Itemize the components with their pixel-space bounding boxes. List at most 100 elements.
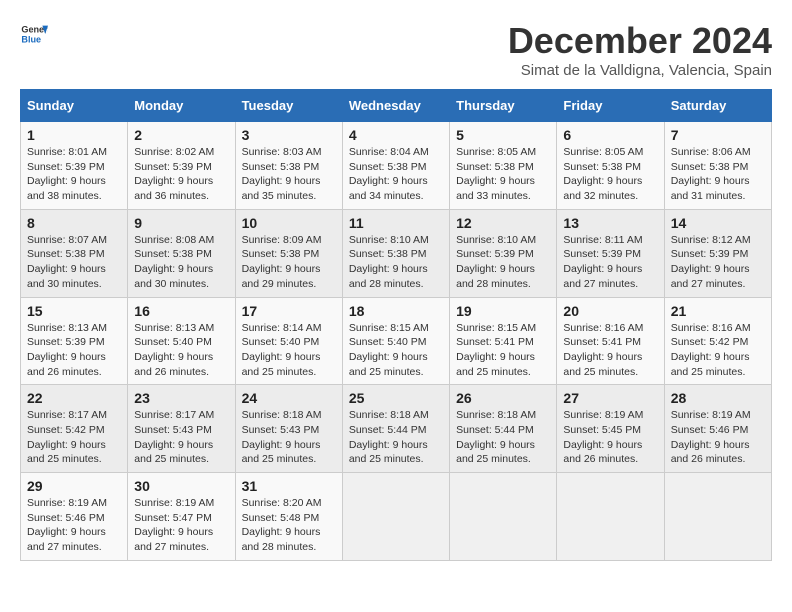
daylight-label: Daylight: 9 hours and 25 minutes. xyxy=(27,439,106,466)
daylight-label: Daylight: 9 hours and 28 minutes. xyxy=(242,526,321,553)
day-number: 15 xyxy=(27,303,121,319)
day-info: Sunrise: 8:01 AM Sunset: 5:39 PM Dayligh… xyxy=(27,145,121,204)
day-number: 1 xyxy=(27,127,121,143)
weekday-header-thursday: Thursday xyxy=(450,90,557,122)
day-info: Sunrise: 8:19 AM Sunset: 5:47 PM Dayligh… xyxy=(134,496,228,555)
sunset-label: Sunset: 5:44 PM xyxy=(456,424,534,436)
calendar-day-27: 27 Sunrise: 8:19 AM Sunset: 5:45 PM Dayl… xyxy=(557,385,664,473)
day-info: Sunrise: 8:10 AM Sunset: 5:39 PM Dayligh… xyxy=(456,233,550,292)
day-info: Sunrise: 8:19 AM Sunset: 5:45 PM Dayligh… xyxy=(563,408,657,467)
calendar-day-11: 11 Sunrise: 8:10 AM Sunset: 5:38 PM Dayl… xyxy=(342,209,449,297)
day-info: Sunrise: 8:05 AM Sunset: 5:38 PM Dayligh… xyxy=(563,145,657,204)
sunrise-label: Sunrise: 8:09 AM xyxy=(242,234,322,246)
calendar-day-29: 29 Sunrise: 8:19 AM Sunset: 5:46 PM Dayl… xyxy=(21,473,128,561)
daylight-label: Daylight: 9 hours and 25 minutes. xyxy=(563,351,642,378)
calendar-week-row-3: 15 Sunrise: 8:13 AM Sunset: 5:39 PM Dayl… xyxy=(21,297,772,385)
day-number: 8 xyxy=(27,215,121,231)
calendar-day-20: 20 Sunrise: 8:16 AM Sunset: 5:41 PM Dayl… xyxy=(557,297,664,385)
day-info: Sunrise: 8:18 AM Sunset: 5:44 PM Dayligh… xyxy=(456,408,550,467)
sunset-label: Sunset: 5:38 PM xyxy=(134,248,212,260)
sunset-label: Sunset: 5:48 PM xyxy=(242,512,320,524)
daylight-label: Daylight: 9 hours and 25 minutes. xyxy=(242,439,321,466)
sunrise-label: Sunrise: 8:19 AM xyxy=(134,497,214,509)
day-number: 12 xyxy=(456,215,550,231)
sunset-label: Sunset: 5:46 PM xyxy=(671,424,749,436)
sunset-label: Sunset: 5:38 PM xyxy=(242,161,320,173)
daylight-label: Daylight: 9 hours and 25 minutes. xyxy=(456,351,535,378)
daylight-label: Daylight: 9 hours and 28 minutes. xyxy=(349,263,428,290)
sunset-label: Sunset: 5:43 PM xyxy=(242,424,320,436)
daylight-label: Daylight: 9 hours and 25 minutes. xyxy=(456,439,535,466)
sunrise-label: Sunrise: 8:04 AM xyxy=(349,146,429,158)
day-info: Sunrise: 8:15 AM Sunset: 5:40 PM Dayligh… xyxy=(349,321,443,380)
sunrise-label: Sunrise: 8:11 AM xyxy=(563,234,642,246)
page-header: General Blue December 2024 Simat de la V… xyxy=(20,20,772,79)
day-info: Sunrise: 8:11 AM Sunset: 5:39 PM Dayligh… xyxy=(563,233,657,292)
sunset-label: Sunset: 5:39 PM xyxy=(563,248,641,260)
day-info: Sunrise: 8:17 AM Sunset: 5:43 PM Dayligh… xyxy=(134,408,228,467)
sunrise-label: Sunrise: 8:14 AM xyxy=(242,322,322,334)
day-number: 22 xyxy=(27,390,121,406)
daylight-label: Daylight: 9 hours and 26 minutes. xyxy=(563,439,642,466)
sunset-label: Sunset: 5:40 PM xyxy=(242,336,320,348)
daylight-label: Daylight: 9 hours and 27 minutes. xyxy=(27,526,106,553)
sunrise-label: Sunrise: 8:13 AM xyxy=(27,322,107,334)
daylight-label: Daylight: 9 hours and 25 minutes. xyxy=(134,439,213,466)
sunrise-label: Sunrise: 8:16 AM xyxy=(671,322,751,334)
sunrise-label: Sunrise: 8:05 AM xyxy=(456,146,536,158)
calendar-week-row-5: 29 Sunrise: 8:19 AM Sunset: 5:46 PM Dayl… xyxy=(21,473,772,561)
sunrise-label: Sunrise: 8:05 AM xyxy=(563,146,643,158)
sunset-label: Sunset: 5:39 PM xyxy=(671,248,749,260)
calendar-day-25: 25 Sunrise: 8:18 AM Sunset: 5:44 PM Dayl… xyxy=(342,385,449,473)
weekday-header-saturday: Saturday xyxy=(664,90,771,122)
day-number: 31 xyxy=(242,478,336,494)
sunrise-label: Sunrise: 8:17 AM xyxy=(27,409,107,421)
day-info: Sunrise: 8:16 AM Sunset: 5:41 PM Dayligh… xyxy=(563,321,657,380)
sunset-label: Sunset: 5:47 PM xyxy=(134,512,212,524)
daylight-label: Daylight: 9 hours and 27 minutes. xyxy=(671,263,750,290)
calendar-day-19: 19 Sunrise: 8:15 AM Sunset: 5:41 PM Dayl… xyxy=(450,297,557,385)
sunset-label: Sunset: 5:38 PM xyxy=(456,161,534,173)
calendar-day-9: 9 Sunrise: 8:08 AM Sunset: 5:38 PM Dayli… xyxy=(128,209,235,297)
sunset-label: Sunset: 5:38 PM xyxy=(349,248,427,260)
location-title: Simat de la Valldigna, Valencia, Spain xyxy=(508,62,772,79)
calendar-day-30: 30 Sunrise: 8:19 AM Sunset: 5:47 PM Dayl… xyxy=(128,473,235,561)
calendar-day-31: 31 Sunrise: 8:20 AM Sunset: 5:48 PM Dayl… xyxy=(235,473,342,561)
calendar-day-4: 4 Sunrise: 8:04 AM Sunset: 5:38 PM Dayli… xyxy=(342,122,449,210)
calendar-week-row-1: 1 Sunrise: 8:01 AM Sunset: 5:39 PM Dayli… xyxy=(21,122,772,210)
day-info: Sunrise: 8:12 AM Sunset: 5:39 PM Dayligh… xyxy=(671,233,765,292)
calendar-day-18: 18 Sunrise: 8:15 AM Sunset: 5:40 PM Dayl… xyxy=(342,297,449,385)
daylight-label: Daylight: 9 hours and 32 minutes. xyxy=(563,175,642,202)
calendar-day-10: 10 Sunrise: 8:09 AM Sunset: 5:38 PM Dayl… xyxy=(235,209,342,297)
day-number: 14 xyxy=(671,215,765,231)
day-number: 27 xyxy=(563,390,657,406)
daylight-label: Daylight: 9 hours and 25 minutes. xyxy=(671,351,750,378)
sunrise-label: Sunrise: 8:15 AM xyxy=(349,322,429,334)
calendar-day-21: 21 Sunrise: 8:16 AM Sunset: 5:42 PM Dayl… xyxy=(664,297,771,385)
daylight-label: Daylight: 9 hours and 30 minutes. xyxy=(134,263,213,290)
sunset-label: Sunset: 5:41 PM xyxy=(563,336,641,348)
daylight-label: Daylight: 9 hours and 25 minutes. xyxy=(242,351,321,378)
day-info: Sunrise: 8:16 AM Sunset: 5:42 PM Dayligh… xyxy=(671,321,765,380)
day-info: Sunrise: 8:07 AM Sunset: 5:38 PM Dayligh… xyxy=(27,233,121,292)
daylight-label: Daylight: 9 hours and 29 minutes. xyxy=(242,263,321,290)
calendar-day-22: 22 Sunrise: 8:17 AM Sunset: 5:42 PM Dayl… xyxy=(21,385,128,473)
sunset-label: Sunset: 5:43 PM xyxy=(134,424,212,436)
calendar-empty-cell xyxy=(557,473,664,561)
day-number: 9 xyxy=(134,215,228,231)
day-number: 20 xyxy=(563,303,657,319)
sunset-label: Sunset: 5:45 PM xyxy=(563,424,641,436)
daylight-label: Daylight: 9 hours and 27 minutes. xyxy=(563,263,642,290)
sunrise-label: Sunrise: 8:07 AM xyxy=(27,234,107,246)
calendar-day-6: 6 Sunrise: 8:05 AM Sunset: 5:38 PM Dayli… xyxy=(557,122,664,210)
calendar-header-row: SundayMondayTuesdayWednesdayThursdayFrid… xyxy=(21,90,772,122)
sunset-label: Sunset: 5:38 PM xyxy=(27,248,105,260)
calendar-day-15: 15 Sunrise: 8:13 AM Sunset: 5:39 PM Dayl… xyxy=(21,297,128,385)
day-info: Sunrise: 8:09 AM Sunset: 5:38 PM Dayligh… xyxy=(242,233,336,292)
daylight-label: Daylight: 9 hours and 25 minutes. xyxy=(349,351,428,378)
day-info: Sunrise: 8:02 AM Sunset: 5:39 PM Dayligh… xyxy=(134,145,228,204)
day-number: 16 xyxy=(134,303,228,319)
calendar-day-3: 3 Sunrise: 8:03 AM Sunset: 5:38 PM Dayli… xyxy=(235,122,342,210)
sunset-label: Sunset: 5:39 PM xyxy=(27,336,105,348)
daylight-label: Daylight: 9 hours and 33 minutes. xyxy=(456,175,535,202)
